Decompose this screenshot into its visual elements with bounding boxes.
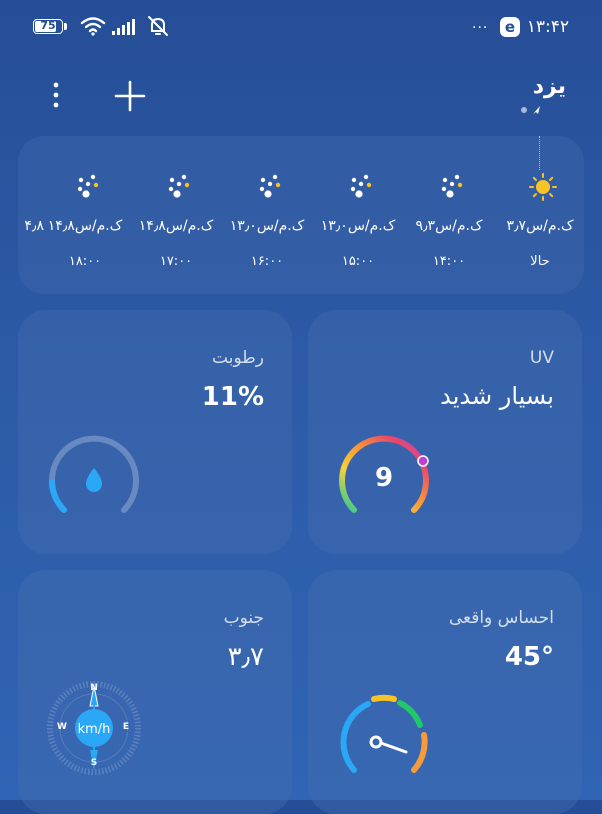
hour-wind: ۱۴٫۸ک.م/س: [47, 218, 123, 234]
hour-time: ۱۵:۰۰: [341, 254, 375, 269]
hour-item: ۱۳٫۰ک.م/س ۱۶:۰۰: [217, 136, 317, 294]
status-time: ۱۳:۴۲: [526, 17, 569, 37]
hour-item: ۹٫۳ک.م/س ۱۴:۰۰: [399, 136, 499, 294]
more-vert-icon: [53, 82, 59, 88]
compass-e: E: [122, 722, 130, 732]
feels-like-gauge: [340, 694, 428, 773]
night-cloudy-icon: [168, 174, 190, 198]
night-cloudy-icon: [350, 174, 372, 198]
app-badge-icon: e: [500, 17, 520, 37]
hour-time: ۱۷:۰۰: [159, 254, 193, 269]
status-bar: 75 ··· e ۱۳:۴۲: [0, 0, 602, 56]
hour-item: ۱۳٫۰ک.م/س ۱۵:۰۰: [308, 136, 408, 294]
hour-item: ۳٫۷ک.م/س حالا: [490, 136, 584, 294]
mute-bell-icon: [148, 16, 168, 36]
feels-like-card[interactable]: احساس واقعی 45°: [308, 570, 582, 814]
night-cloudy-icon: [259, 174, 281, 198]
water-drop-icon: [86, 468, 102, 492]
humidity-gauge: [49, 435, 139, 513]
hour-wind: ۹٫۳ک.م/س: [415, 218, 483, 234]
feels-like-label: احساس واقعی: [448, 608, 554, 628]
hourly-forecast[interactable]: ۳٫۷ک.م/س حالا ۹٫۳ک.م/س ۱۴:۰۰ ۱۳٫۰ک.م/س ۱…: [18, 136, 584, 294]
battery-icon: 75: [33, 19, 63, 34]
compass-s: S: [90, 758, 98, 768]
plus-icon: [114, 80, 146, 112]
uv-card[interactable]: UV بسیار شدید 9: [308, 310, 582, 554]
more-menu-button[interactable]: [44, 80, 68, 110]
uv-label: UV: [529, 348, 554, 368]
humidity-label: رطوبت: [212, 348, 264, 368]
hour-time: ۱۶:۰۰: [250, 254, 284, 269]
hour-time: حالا: [530, 254, 550, 269]
feels-like-value: 45°: [504, 642, 554, 672]
add-city-button[interactable]: [112, 78, 148, 114]
city-name[interactable]: یزد: [533, 74, 566, 99]
hour-item: ۴٫۸: [18, 136, 44, 294]
compass-n: N: [90, 683, 98, 693]
hour-wind: ۱۳٫۰ک.م/س: [320, 218, 396, 234]
hour-wind: ۱۴٫۸ک.م/س: [138, 218, 214, 234]
hour-item: ۱۴٫۸ک.م/س ۱۸:۰۰: [35, 136, 135, 294]
hour-wind: ۱۳٫۰ک.م/س: [229, 218, 305, 234]
signal-icon: [112, 19, 135, 35]
overflow-dots: ···: [472, 20, 489, 36]
location-arrow-icon: [533, 106, 540, 114]
hour-time: ۱۴:۰۰: [432, 254, 466, 269]
wind-speed-value: ۳٫۷: [227, 642, 264, 672]
uv-value: بسیار شدید: [440, 382, 554, 410]
humidity-card[interactable]: رطوبت 11%: [18, 310, 292, 554]
compass-w: W: [57, 722, 67, 732]
wind-direction-label: جنوب: [223, 608, 264, 628]
wind-card[interactable]: جنوب ۳٫۷ km/h N S E W: [18, 570, 292, 814]
humidity-value: 11%: [201, 382, 264, 412]
sun-icon: [529, 173, 557, 201]
hour-wind: ۴٫۸: [24, 218, 44, 234]
battery-tip: [64, 23, 67, 30]
uv-index: 9: [374, 463, 394, 493]
night-cloudy-icon: [77, 174, 99, 198]
battery-level: 75: [40, 19, 56, 32]
gauge-needle-icon: [369, 735, 383, 749]
wind-unit: km/h: [77, 722, 111, 737]
night-cloudy-icon: [441, 174, 463, 198]
wifi-icon: [80, 17, 106, 36]
hour-item: ۱۴٫۸ک.م/س ۱۷:۰۰: [126, 136, 226, 294]
hour-wind: ۳٫۷ک.م/س: [506, 218, 574, 234]
hour-time: ۱۸:۰۰: [68, 254, 102, 269]
location-indicator: [521, 106, 540, 114]
